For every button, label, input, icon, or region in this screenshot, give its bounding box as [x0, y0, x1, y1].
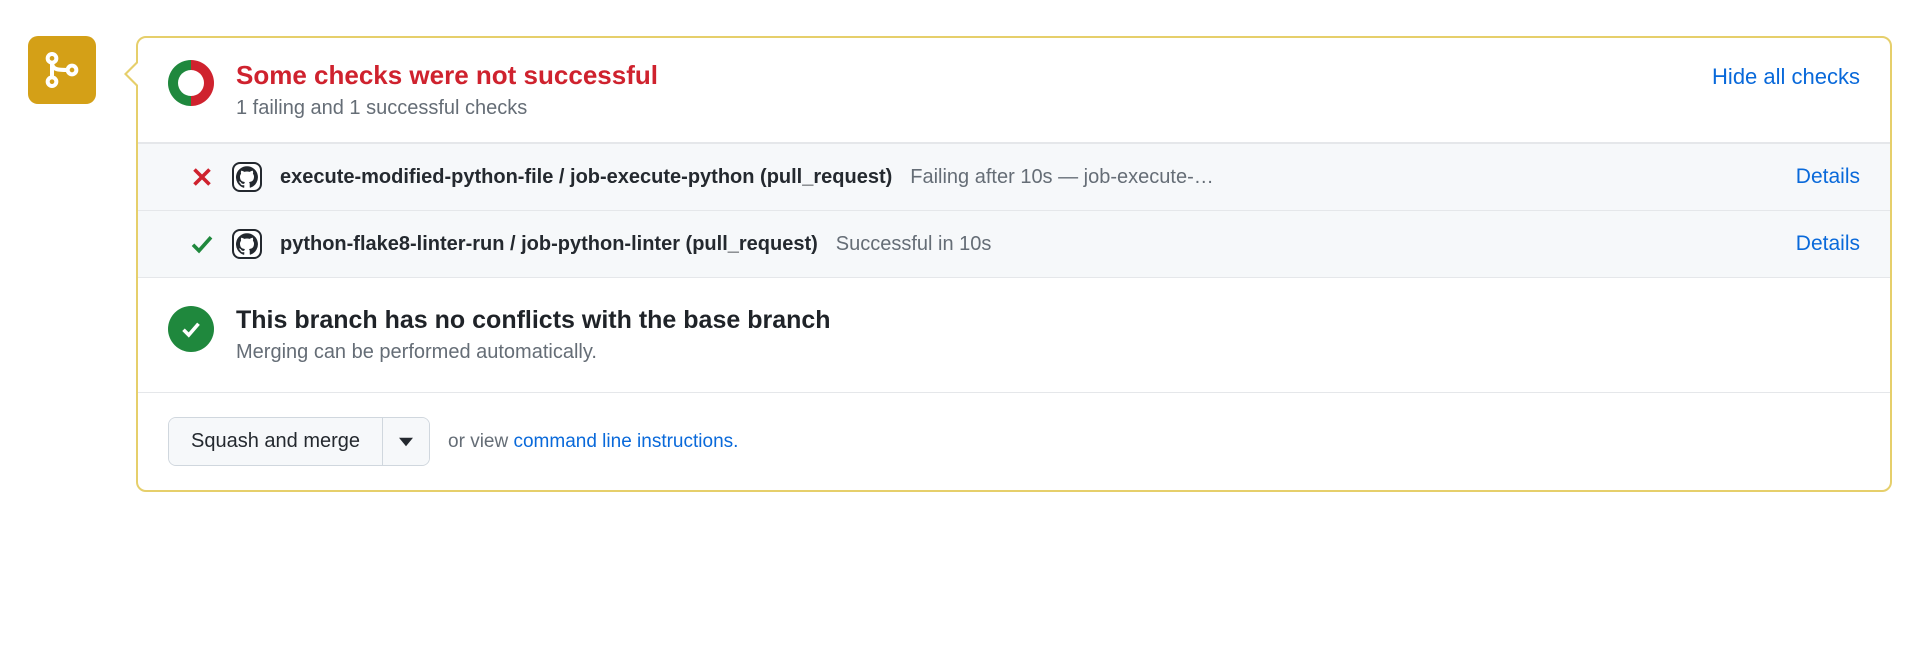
checks-status-text: Some checks were not successful 1 failin… — [236, 60, 658, 120]
conflicts-subtitle: Merging can be performed automatically. — [236, 341, 831, 364]
github-avatar-icon — [232, 229, 262, 259]
merge-actions-row: Squash and merge or view command line in… — [138, 393, 1890, 490]
conflicts-status-text: This branch has no conflicts with the ba… — [236, 306, 831, 364]
checks-status-summary: 1 failing and 1 successful checks — [236, 97, 658, 120]
check-row[interactable]: python-flake8-linter-run / job-python-li… — [138, 211, 1890, 278]
success-circle-icon — [168, 306, 214, 352]
check-label: python-flake8-linter-run / job-python-li… — [280, 233, 818, 256]
github-avatar-icon — [232, 162, 262, 192]
merge-options-dropdown-button[interactable] — [382, 418, 429, 465]
check-row[interactable]: execute-modified-python-file / job-execu… — [138, 143, 1890, 211]
check-details-link[interactable]: Details — [1796, 165, 1860, 189]
checks-donut-icon — [168, 60, 214, 106]
squash-and-merge-button[interactable]: Squash and merge — [169, 418, 382, 465]
caret-down-icon — [399, 435, 413, 449]
hide-all-checks-link[interactable]: Hide all checks — [1712, 60, 1860, 90]
check-meta: Failing after 10s — job-execute-… — [910, 166, 1778, 189]
command-line-instructions-link[interactable]: command line instructions. — [513, 431, 738, 452]
or-view-label: or view — [448, 431, 513, 452]
git-merge-icon — [42, 50, 82, 90]
conflicts-status-row: This branch has no conflicts with the ba… — [138, 278, 1890, 393]
merge-alt-text: or view command line instructions. — [448, 431, 738, 453]
check-icon — [190, 232, 214, 256]
checks-status-headline: Some checks were not successful — [236, 60, 658, 91]
x-icon — [190, 165, 214, 189]
merge-status-panel: Some checks were not successful 1 failin… — [136, 36, 1892, 492]
check-meta: Successful in 10s — [836, 233, 1778, 256]
check-label: execute-modified-python-file / job-execu… — [280, 166, 892, 189]
checks-status-header: Some checks were not successful 1 failin… — [138, 38, 1890, 143]
conflicts-title: This branch has no conflicts with the ba… — [236, 306, 831, 335]
merge-status-badge — [28, 36, 96, 104]
check-details-link[interactable]: Details — [1796, 232, 1860, 256]
merge-button-group: Squash and merge — [168, 417, 430, 466]
